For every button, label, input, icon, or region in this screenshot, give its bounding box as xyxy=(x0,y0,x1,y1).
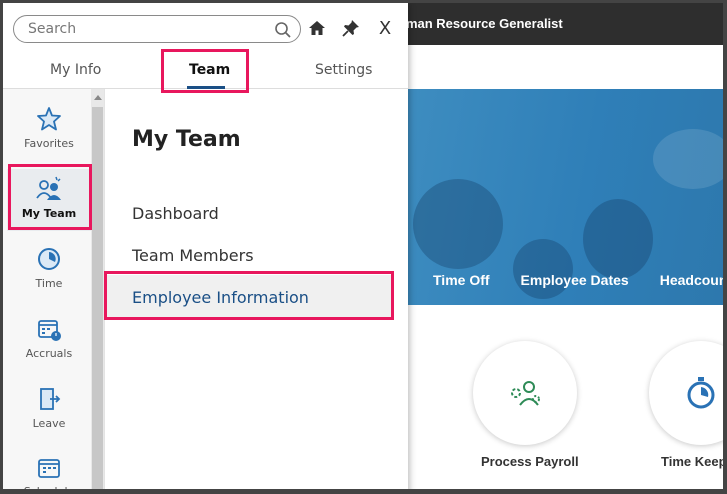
sidebar-item-time[interactable]: Time xyxy=(7,239,91,301)
search-placeholder: Search xyxy=(28,21,77,37)
sidebar-item-favorites[interactable]: Favorites xyxy=(7,99,91,161)
sidebar-item-label: Accruals xyxy=(25,347,73,360)
scroll-up-arrow-icon[interactable] xyxy=(94,95,102,100)
rail-scrollbar-thumb[interactable] xyxy=(92,107,103,489)
tab-settings[interactable]: Settings xyxy=(315,62,372,78)
time-keep-tile[interactable] xyxy=(649,341,723,445)
page-title: My Team xyxy=(132,127,241,152)
sidebar-item-label: Favorites xyxy=(24,137,74,150)
clock-icon xyxy=(35,245,63,273)
home-icon[interactable] xyxy=(306,17,328,39)
navigation-panel: Search X My Info Team Settings Favorites… xyxy=(3,3,408,493)
sidebar-item-label: Time xyxy=(35,277,63,290)
process-payroll-label: Process Payroll xyxy=(481,454,579,469)
highlight-team-tab xyxy=(161,49,249,93)
sidebar-item-leave[interactable]: Leave xyxy=(7,379,91,441)
time-keep-label: Time Keep xyxy=(661,454,727,469)
sidebar-item-schedule[interactable]: Schedule xyxy=(7,449,91,493)
payroll-gear-person-icon xyxy=(511,381,540,406)
sidebar-item-accruals[interactable]: Accruals xyxy=(7,309,91,371)
sidebar-item-label: Schedule xyxy=(23,485,75,493)
app-title: uman Resource Generalist xyxy=(398,16,563,31)
hero-link-time-off[interactable]: Time Off xyxy=(433,272,490,288)
hero-link-headcount[interactable]: Headcount xyxy=(660,272,723,288)
star-icon xyxy=(35,105,63,133)
sidebar-item-label: Leave xyxy=(32,417,66,430)
menu-link-dashboard[interactable]: Dashboard xyxy=(132,204,219,223)
door-exit-icon xyxy=(35,385,63,413)
hero-link-employee-dates[interactable]: Employee Dates xyxy=(521,272,629,288)
menu-link-team-members[interactable]: Team Members xyxy=(132,246,254,265)
close-icon[interactable]: X xyxy=(374,17,396,39)
pin-icon[interactable] xyxy=(340,17,362,39)
calendar-clock-icon xyxy=(35,315,63,343)
stopwatch-icon xyxy=(687,377,715,409)
process-payroll-tile[interactable] xyxy=(473,341,577,445)
search-input[interactable]: Search xyxy=(13,15,301,43)
search-icon[interactable] xyxy=(274,21,292,39)
highlight-employee-information xyxy=(104,271,394,320)
hero-nav: Time Off Employee Dates Headcount xyxy=(433,272,723,288)
calendar-icon xyxy=(35,455,63,481)
tab-my-info[interactable]: My Info xyxy=(50,62,101,78)
highlight-my-team xyxy=(8,164,92,230)
screenshot-frame: uman Resource Generalist Time Off Employ… xyxy=(0,0,727,494)
